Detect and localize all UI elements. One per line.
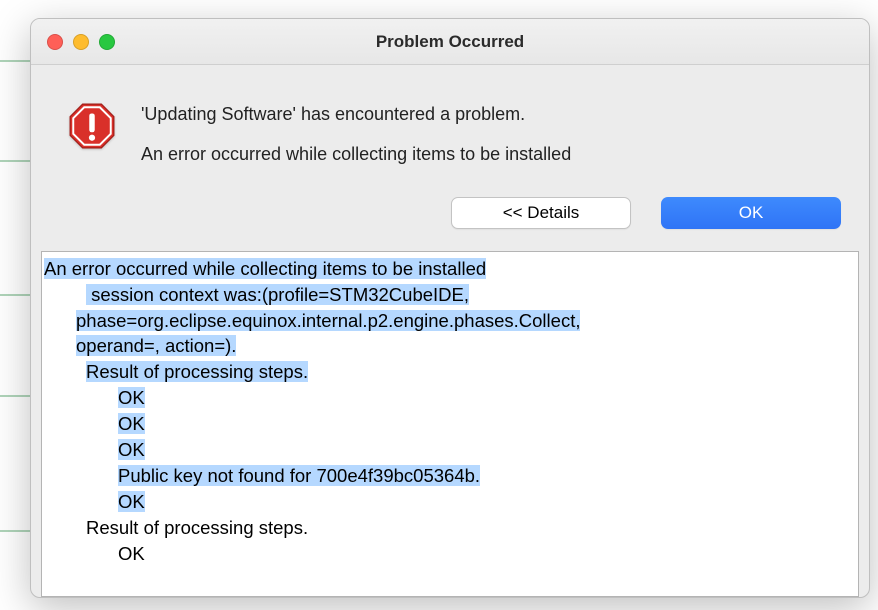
close-icon[interactable] — [47, 34, 63, 50]
details-line: OK — [118, 387, 145, 408]
traffic-lights — [47, 34, 115, 50]
details-line: OK — [118, 491, 145, 512]
details-line: session context was:(profile=STM32CubeID… — [86, 284, 469, 305]
button-row: << Details OK — [31, 169, 869, 251]
details-line: OK — [118, 439, 145, 460]
ok-button[interactable]: OK — [661, 197, 841, 229]
details-line: OK — [118, 543, 145, 564]
details-textarea[interactable]: An error occurred while collecting items… — [41, 251, 859, 597]
dialog-content: 'Updating Software' has encountered a pr… — [31, 65, 869, 169]
error-heading: 'Updating Software' has encountered a pr… — [141, 101, 841, 129]
minimize-icon[interactable] — [73, 34, 89, 50]
message-block: 'Updating Software' has encountered a pr… — [141, 101, 841, 169]
details-line: Public key not found for 700e4f39bc05364… — [118, 465, 480, 486]
details-line: Result of processing steps. — [86, 361, 308, 382]
details-line: An error occurred while collecting items… — [44, 258, 486, 279]
error-subheading: An error occurred while collecting items… — [141, 141, 841, 169]
problem-dialog: Problem Occurred 'Updating Software' has… — [30, 18, 870, 598]
dialog-title: Problem Occurred — [31, 32, 869, 52]
details-line: OK — [118, 413, 145, 434]
titlebar: Problem Occurred — [31, 19, 869, 65]
zoom-icon[interactable] — [99, 34, 115, 50]
error-icon — [67, 101, 117, 169]
details-button[interactable]: << Details — [451, 197, 631, 229]
details-line: operand=, action=). — [76, 335, 236, 356]
details-line: Result of processing steps. — [86, 517, 308, 538]
details-line: phase=org.eclipse.equinox.internal.p2.en… — [76, 310, 580, 331]
